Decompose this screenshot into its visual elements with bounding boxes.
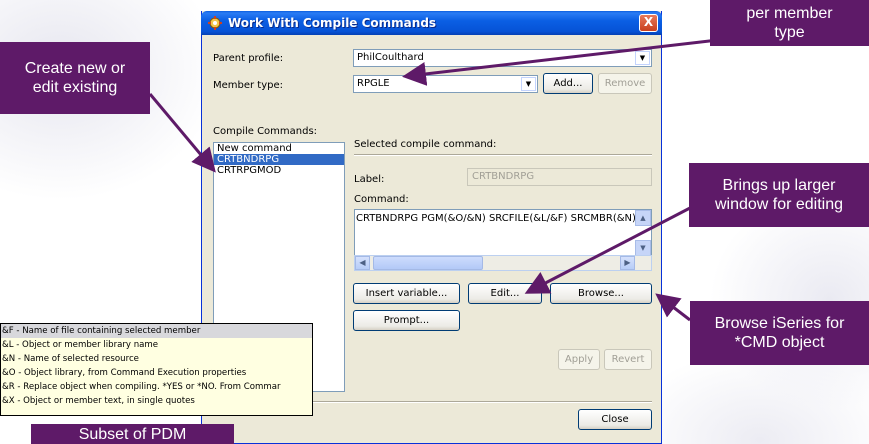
divider <box>354 154 652 156</box>
add-button[interactable]: Add... <box>543 73 593 94</box>
label-field[interactable]: CRTBNDRPG <box>467 168 652 186</box>
tooltip-line: &N - Name of selected resource <box>2 354 139 364</box>
tooltip-line: &F - Name of file containing selected me… <box>1 324 312 338</box>
label-field-value: CRTBNDRPG <box>472 171 535 182</box>
callout-browse-iseries: Browse iSeries for *CMD object <box>690 301 869 365</box>
apply-button[interactable]: Apply <box>558 349 600 370</box>
tooltip-line: &O - Object library, from Command Execut… <box>2 368 247 378</box>
callout-text: Browse iSeries for *CMD object <box>714 315 845 351</box>
list-item[interactable]: CRTRPGMOD <box>214 165 344 176</box>
scroll-thumb[interactable] <box>373 256 483 270</box>
compile-commands-label: Compile Commands: <box>213 126 318 137</box>
scroll-up-icon[interactable]: ▲ <box>635 210 651 226</box>
remove-button[interactable]: Remove <box>598 73 652 94</box>
list-item[interactable]: New command <box>214 143 344 154</box>
browse-button[interactable]: Browse... <box>550 283 652 304</box>
selected-command-heading: Selected compile command: <box>354 139 497 150</box>
scroll-down-icon[interactable]: ▼ <box>635 240 651 256</box>
callout-text: Brings up larger window for editing <box>714 177 844 213</box>
revert-button[interactable]: Revert <box>604 349 652 370</box>
horizontal-scrollbar[interactable]: ◀ ▶ <box>354 255 652 271</box>
tooltip-line: &X - Object or member text, in single qu… <box>2 396 195 406</box>
callout-subset-of-pdm: Subset of PDM <box>31 424 234 444</box>
dialog-title: Work With Compile Commands <box>228 16 437 30</box>
label-caption: Label: <box>354 174 385 185</box>
tooltip-line: &L - Object or member library name <box>2 340 159 350</box>
scroll-left-icon[interactable]: ◀ <box>355 256 370 270</box>
chevron-down-icon[interactable]: ▼ <box>635 51 650 65</box>
edit-button[interactable]: Edit... <box>468 283 542 304</box>
parent-profile-select[interactable]: PhilCoulthard ▼ <box>353 49 652 67</box>
chevron-down-icon[interactable]: ▼ <box>521 77 536 91</box>
close-button[interactable]: Close <box>578 409 652 430</box>
list-item[interactable]: CRTBNDRPG <box>214 154 344 165</box>
dialog-titlebar[interactable]: Work With Compile Commands X <box>201 11 662 35</box>
member-type-label: Member type: <box>213 80 284 91</box>
command-text: CRTBNDRPG PGM(&O/&N) SRCFILE(&L/&F) SRCM… <box>356 213 647 224</box>
callout-text: Create new or edit existing <box>24 60 126 96</box>
callout-per-member-type: per member type <box>710 0 869 46</box>
command-caption: Command: <box>354 194 409 205</box>
member-type-select[interactable]: RPGLE ▼ <box>353 75 538 93</box>
scroll-right-icon[interactable]: ▶ <box>620 256 635 270</box>
insert-variable-button[interactable]: Insert variable... <box>353 283 460 304</box>
parent-profile-label: Parent profile: <box>213 53 284 64</box>
member-type-value: RPGLE <box>357 78 390 89</box>
callout-create-new: Create new or edit existing <box>0 42 150 114</box>
prompt-button[interactable]: Prompt... <box>353 310 460 331</box>
tooltip-line: &R - Replace object when compiling. *YES… <box>2 382 281 392</box>
callout-text: per member type <box>746 5 833 41</box>
callout-text: Subset of PDM <box>78 425 187 443</box>
parent-profile-value: PhilCoulthard <box>357 52 424 63</box>
variables-tooltip: &F - Name of file containing selected me… <box>0 323 313 416</box>
gear-icon <box>208 16 222 30</box>
close-icon[interactable]: X <box>639 14 658 32</box>
callout-brings-up: Brings up larger window for editing <box>689 163 869 227</box>
